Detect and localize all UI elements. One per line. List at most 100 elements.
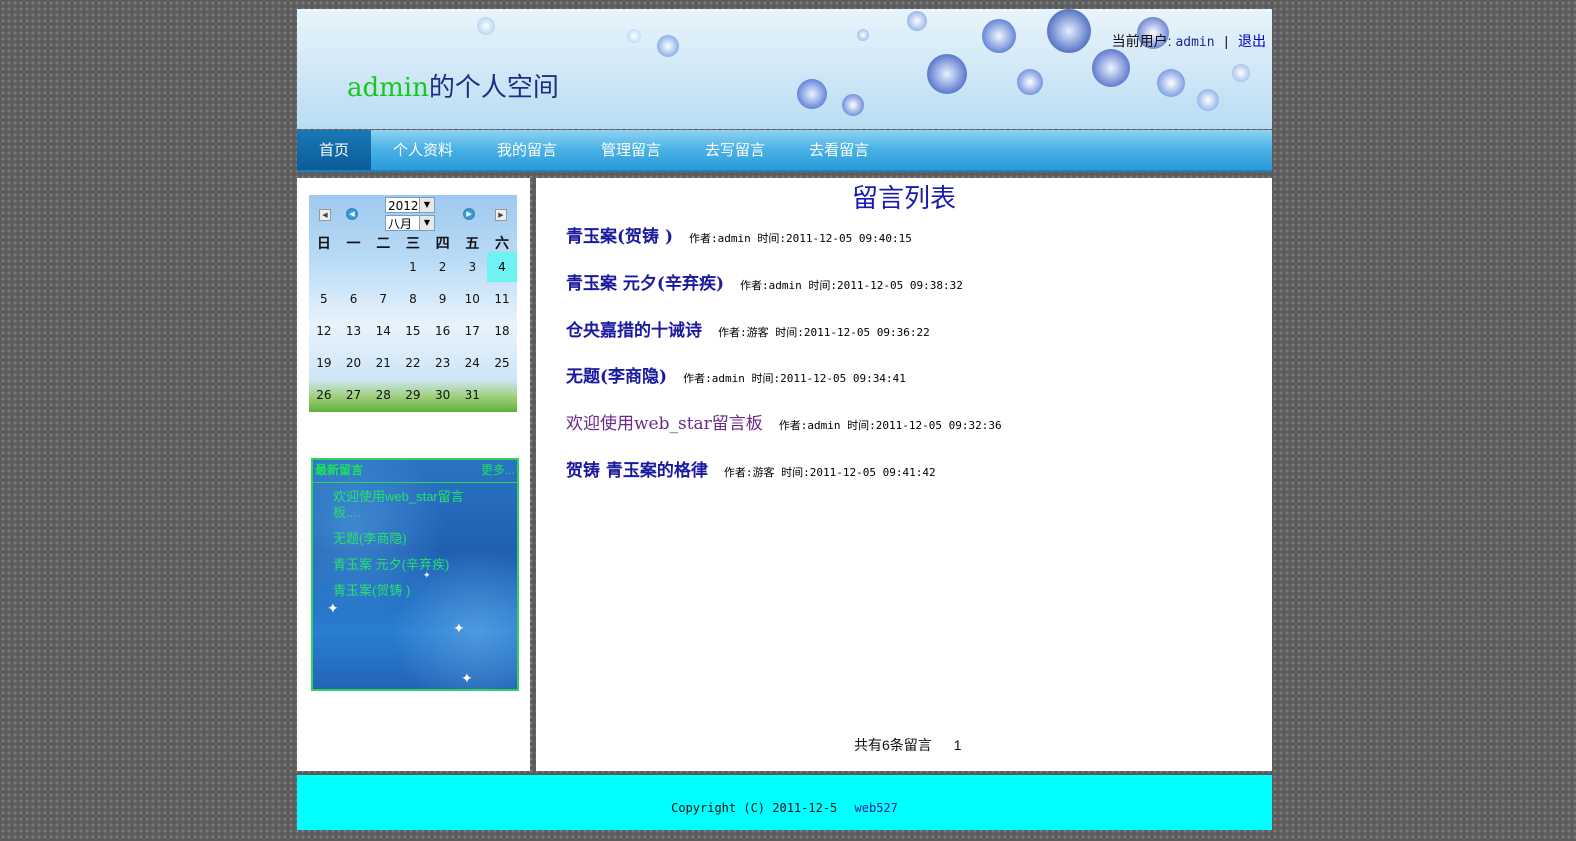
post-meta: 作者:admin 时间:2011-12-05 09:40:15	[689, 232, 912, 245]
calendar-day[interactable]: 10	[457, 284, 487, 314]
post-meta: 作者:admin 时间:2011-12-05 09:32:36	[778, 419, 1002, 432]
nav-item-view-messages[interactable]: 去看留言	[787, 130, 891, 170]
calendar-day[interactable]: 25	[487, 348, 517, 378]
calendar-day[interactable]: 30	[428, 380, 458, 410]
post-title-link[interactable]: 欢迎使用web_star留言板	[566, 409, 763, 434]
prev-year-icon[interactable]: ◀	[319, 209, 331, 221]
month-select[interactable]: 八月 ▼	[385, 215, 435, 231]
calendar-day[interactable]: 9	[428, 284, 458, 314]
weekday-label: 五	[465, 236, 480, 252]
post-row: 仓央嘉措的十诫诗 作者:游客 时间:2011-12-05 09:36:22	[566, 316, 930, 341]
nav-item-write-message[interactable]: 去写留言	[683, 130, 787, 170]
year-select[interactable]: 2012 ▼	[385, 197, 435, 213]
logout-link[interactable]: 退出	[1238, 33, 1266, 49]
calendar-day[interactable]: 7	[368, 284, 398, 314]
calendar-day[interactable]: 19	[309, 348, 339, 378]
nav-item-manage-messages[interactable]: 管理留言	[579, 130, 683, 170]
pager-page-link[interactable]: 1	[954, 737, 962, 753]
calendar-day[interactable]	[368, 252, 398, 282]
calendar-day[interactable]: 3	[457, 252, 487, 282]
latest-message-link[interactable]: 欢迎使用web_star留言板....	[333, 489, 483, 521]
calendar-day[interactable]: 27	[339, 380, 369, 410]
sparkle-icon: ✦	[327, 600, 339, 616]
calendar-day[interactable]: 8	[398, 284, 428, 314]
page: admin的个人空间 当前用户: admin | 退出 首页 个人资料 我的留言…	[297, 9, 1272, 830]
crystal-decoration	[1017, 69, 1043, 95]
footer: Copyright (C) 2011-12-5 web527	[297, 775, 1272, 830]
weekday-label: 六	[494, 236, 509, 252]
calendar-day[interactable]: 16	[428, 316, 458, 346]
calendar-week: 1 2 3 4	[309, 252, 517, 282]
sparkle-icon: ✦	[461, 670, 473, 686]
calendar-day[interactable]: 1	[398, 252, 428, 282]
post-row: 青玉案(贺铸 ) 作者:admin 时间:2011-12-05 09:40:15	[566, 222, 912, 247]
calendar-day[interactable]: 12	[309, 316, 339, 346]
calendar-week: 12 13 14 15 16 17 18	[309, 316, 517, 346]
more-link[interactable]: 更多...	[481, 460, 515, 482]
post-meta: 作者:admin 时间:2011-12-05 09:34:41	[683, 372, 906, 385]
calendar-day[interactable]: 21	[368, 348, 398, 378]
calendar-day[interactable]: 22	[398, 348, 428, 378]
post-title-link[interactable]: 青玉案 元夕(辛弃疾)	[566, 269, 724, 294]
calendar-day[interactable]: 17	[457, 316, 487, 346]
pager: 共有6条留言 1	[854, 735, 961, 755]
user-bar: 当前用户: admin | 退出	[1112, 31, 1266, 51]
crystal-decoration	[1197, 89, 1219, 111]
calendar-day[interactable]	[339, 252, 369, 282]
next-month-icon[interactable]: ▶	[463, 208, 475, 220]
crystal-decoration	[1157, 69, 1185, 97]
latest-message-link[interactable]: 青玉案(贺铸 )	[333, 583, 483, 599]
calendar-day[interactable]: 15	[398, 316, 428, 346]
list-title: 留言列表	[851, 184, 956, 214]
crystal-decoration	[1232, 64, 1250, 82]
calendar-day[interactable]: 31	[457, 380, 487, 410]
calendar-day[interactable]: 2	[428, 252, 458, 282]
calendar-day[interactable]: 13	[339, 316, 369, 346]
footer-brand-link[interactable]: web527	[855, 801, 898, 815]
prev-month-icon[interactable]: ◀	[346, 208, 358, 220]
latest-messages-title: 最新留言	[315, 463, 364, 477]
main-content: 留言列表 青玉案(贺铸 ) 作者:admin 时间:2011-12-05 09:…	[536, 178, 1272, 771]
calendar-day[interactable]: 28	[368, 380, 398, 410]
footer-copyright: Copyright (C) 2011-12-5	[671, 801, 838, 815]
crystal-decoration	[477, 17, 495, 35]
current-user-label: 当前用户:	[1111, 33, 1172, 49]
nav-item-home[interactable]: 首页	[297, 130, 371, 170]
calendar-day[interactable]: 26	[309, 380, 339, 410]
weekday-label: 四	[435, 236, 450, 252]
calendar-week: 5 6 7 8 9 10 11	[309, 284, 517, 314]
crystal-decoration	[857, 29, 869, 41]
calendar-day[interactable]: 18	[487, 316, 517, 346]
calendar-day[interactable]	[487, 380, 517, 410]
pager-total: 共有6条留言	[854, 737, 932, 753]
calendar-day[interactable]: 5	[309, 284, 339, 314]
calendar-week: 26 27 28 29 30 31	[309, 380, 517, 410]
calendar-week: 19 20 21 22 23 24 25	[309, 348, 517, 378]
latest-message-link[interactable]: 无题(李商隐)	[333, 531, 483, 547]
post-meta: 作者:游客 时间:2011-12-05 09:41:42	[723, 466, 936, 479]
next-year-icon[interactable]: ▶	[495, 209, 507, 221]
post-title-link[interactable]: 仓央嘉措的十诫诗	[566, 316, 702, 341]
calendar-widget: ◀ ◀ 2012 ▼ 八月 ▼ ▶ ▶ 日 一 二 三 四 五 六 1 2 3 …	[309, 195, 517, 412]
calendar-day[interactable]: 24	[457, 348, 487, 378]
calendar-day[interactable]: 6	[339, 284, 369, 314]
calendar-day-today[interactable]: 4	[487, 252, 517, 282]
calendar-day[interactable]: 20	[339, 348, 369, 378]
post-title-link[interactable]: 青玉案(贺铸 )	[566, 222, 673, 247]
crystal-decoration	[927, 54, 967, 94]
current-user-link[interactable]: admin	[1175, 35, 1214, 50]
month-select-value: 八月	[388, 217, 413, 231]
calendar-day[interactable]: 14	[368, 316, 398, 346]
sparkle-icon: ✦	[453, 620, 465, 636]
post-title-link[interactable]: 无题(李商隐)	[566, 362, 667, 387]
calendar-day[interactable]: 11	[487, 284, 517, 314]
latest-message-link[interactable]: 青玉案 元夕(辛弃疾)	[333, 557, 483, 573]
calendar-day[interactable]: 29	[398, 380, 428, 410]
year-select-value: 2012	[388, 199, 419, 213]
nav-item-my-messages[interactable]: 我的留言	[475, 130, 579, 170]
nav-item-profile[interactable]: 个人资料	[371, 130, 475, 170]
calendar-day[interactable]: 23	[428, 348, 458, 378]
post-title-link[interactable]: 贺铸 青玉案的格律	[566, 456, 708, 481]
sparkle-icon: ✦	[423, 570, 431, 580]
calendar-day[interactable]	[309, 252, 339, 282]
